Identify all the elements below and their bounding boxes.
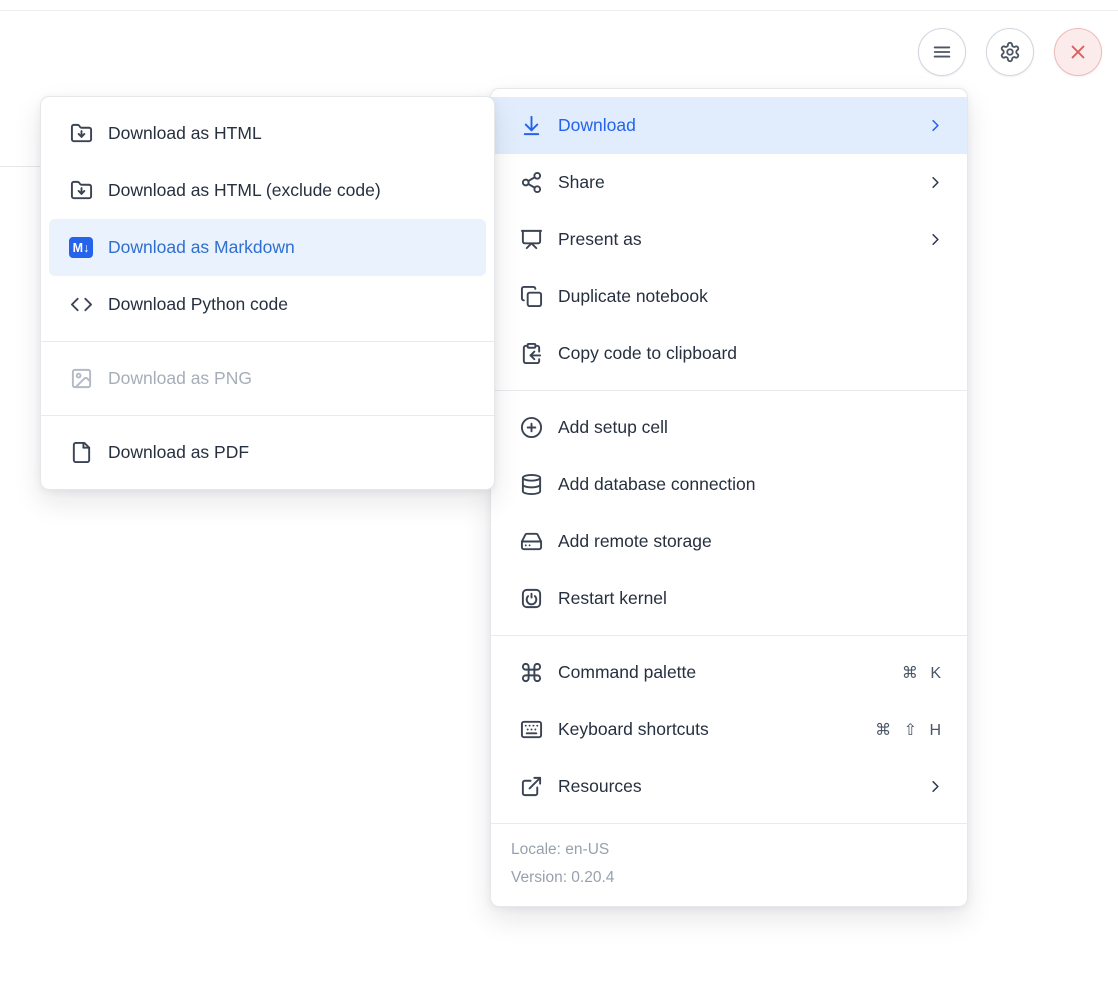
- settings-button[interactable]: [986, 28, 1034, 76]
- circle-plus-icon: [519, 416, 543, 440]
- menu-item-label: Copy code to clipboard: [558, 343, 945, 364]
- markdown-badge-glyph: M↓: [69, 237, 93, 258]
- menu-item-label: Download Python code: [108, 294, 472, 315]
- menu-item-label: Download as HTML: [108, 123, 472, 144]
- hard-drive-icon: [519, 530, 543, 554]
- version-text: Version: 0.20.4: [491, 864, 967, 892]
- menu-item-keyboard-shortcuts[interactable]: Keyboard shortcuts ⌘ ⇧ H: [491, 701, 967, 758]
- notebook-menu-button[interactable]: [918, 28, 966, 76]
- menu-item-label: Resources: [558, 776, 911, 797]
- top-divider: [0, 10, 1118, 11]
- menu-item-label: Share: [558, 172, 911, 193]
- close-icon: [1067, 41, 1089, 63]
- menu-item-label: Duplicate notebook: [558, 286, 945, 307]
- shortcut-hint: ⌘ ⇧ H: [875, 720, 945, 740]
- menu-item-download-as-html[interactable]: Download as HTML: [41, 105, 494, 162]
- download-submenu: Download as HTML Download as HTML (exclu…: [40, 96, 495, 490]
- notebook-actions-menu: Download Share Present as: [490, 88, 968, 907]
- folder-download-icon: [69, 122, 93, 146]
- menu-item-add-remote-storage[interactable]: Add remote storage: [491, 513, 967, 570]
- code-icon: [69, 293, 93, 317]
- gear-icon: [999, 41, 1021, 63]
- menu-section-help: Command palette ⌘ K Keyboard shortcuts ⌘…: [491, 635, 967, 823]
- menu-item-download-as-markdown[interactable]: M↓ Download as Markdown: [49, 219, 486, 276]
- menu-item-copy-code[interactable]: Copy code to clipboard: [491, 325, 967, 382]
- command-icon: [519, 661, 543, 685]
- menu-item-present-as[interactable]: Present as: [491, 211, 967, 268]
- menu-section-notebook-tools: Add setup cell Add database connection A…: [491, 390, 967, 635]
- chevron-right-icon: [926, 116, 945, 135]
- menu-item-download[interactable]: Download: [491, 97, 967, 154]
- external-link-icon: [519, 775, 543, 799]
- share-icon: [519, 171, 543, 195]
- background-cell-border: [0, 166, 40, 167]
- chevron-right-icon: [926, 173, 945, 192]
- menu-item-restart-kernel[interactable]: Restart kernel: [491, 570, 967, 627]
- keyboard-icon: [519, 718, 543, 742]
- menu-section-download-share: Download Share Present as: [491, 89, 967, 390]
- menu-item-label: Download as Markdown: [108, 237, 472, 258]
- image-icon: [69, 367, 93, 391]
- menu-item-label: Add remote storage: [558, 531, 945, 552]
- chevron-right-icon: [926, 230, 945, 249]
- menu-item-label: Keyboard shortcuts: [558, 719, 860, 740]
- menu-item-label: Command palette: [558, 662, 887, 683]
- menu-item-add-database-connection[interactable]: Add database connection: [491, 456, 967, 513]
- clipboard-copy-icon: [519, 342, 543, 366]
- close-button[interactable]: [1054, 28, 1102, 76]
- menu-item-label: Download: [558, 115, 911, 136]
- power-icon: [519, 587, 543, 611]
- menu-footer: Locale: en-US Version: 0.20.4: [491, 823, 967, 906]
- menu-item-download-as-pdf[interactable]: Download as PDF: [41, 424, 494, 481]
- menu-item-add-setup-cell[interactable]: Add setup cell: [491, 399, 967, 456]
- menu-item-label: Download as PDF: [108, 442, 472, 463]
- app-window: Download Share Present as: [0, 0, 1118, 984]
- download-icon: [519, 114, 543, 138]
- menu-item-duplicate-notebook[interactable]: Duplicate notebook: [491, 268, 967, 325]
- menu-item-label: Present as: [558, 229, 911, 250]
- submenu-section-pdf: Download as PDF: [41, 415, 494, 489]
- menu-item-command-palette[interactable]: Command palette ⌘ K: [491, 644, 967, 701]
- presentation-icon: [519, 228, 543, 252]
- markdown-badge-icon: M↓: [69, 236, 93, 260]
- submenu-section-formats: Download as HTML Download as HTML (exclu…: [41, 97, 494, 341]
- menu-item-download-as-png: Download as PNG: [41, 350, 494, 407]
- menu-item-label: Restart kernel: [558, 588, 945, 609]
- menu-item-label: Add database connection: [558, 474, 945, 495]
- menu-item-share[interactable]: Share: [491, 154, 967, 211]
- shortcut-hint: ⌘ K: [902, 663, 945, 683]
- database-icon: [519, 473, 543, 497]
- submenu-section-png: Download as PNG: [41, 341, 494, 415]
- folder-download-icon: [69, 179, 93, 203]
- menu-item-label: Add setup cell: [558, 417, 945, 438]
- menu-item-label: Download as HTML (exclude code): [108, 180, 472, 201]
- duplicate-icon: [519, 285, 543, 309]
- menu-item-resources[interactable]: Resources: [491, 758, 967, 815]
- hamburger-icon: [931, 41, 953, 63]
- file-icon: [69, 441, 93, 465]
- chevron-right-icon: [926, 777, 945, 796]
- menu-item-download-python-code[interactable]: Download Python code: [41, 276, 494, 333]
- menu-item-label: Download as PNG: [108, 368, 472, 389]
- menu-item-download-as-html-exclude-code[interactable]: Download as HTML (exclude code): [41, 162, 494, 219]
- locale-text: Locale: en-US: [491, 836, 967, 864]
